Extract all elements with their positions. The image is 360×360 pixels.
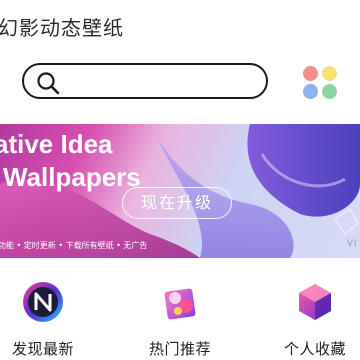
app-title: 幻影动态壁纸 [0, 16, 124, 40]
banner-headline-1: ative Idea [0, 129, 113, 159]
search-icon [37, 72, 60, 95]
menu-dot-red [303, 66, 318, 81]
menu-dot-yellow [322, 66, 337, 81]
menu-dot-green [322, 84, 337, 99]
category-hot[interactable]: 热门推荐 [130, 280, 230, 359]
hot-recommend-icon [158, 280, 202, 324]
category-label: 热门推荐 [148, 340, 211, 358]
discover-icon [21, 280, 65, 324]
banner-headline-2: Wallpapers [3, 162, 141, 192]
favorites-icon [293, 280, 337, 324]
category-label: 个人收藏 [283, 340, 346, 358]
upgrade-button[interactable]: 现在升级 [122, 187, 232, 219]
category-favorites[interactable]: 个人收藏 [265, 280, 360, 359]
promo-banner[interactable]: ative Idea Wallpapers 现在升级 功能 • 定时更新 • 下… [0, 124, 360, 258]
theme-menu-button[interactable] [303, 66, 339, 102]
menu-dot-blue [303, 84, 318, 99]
banner-features: 功能 • 定时更新 • 下载所有壁纸 • 无广告 [0, 241, 148, 250]
category-label: 发现最新 [11, 340, 74, 358]
banner-corner-text: VI [347, 238, 358, 248]
category-discover[interactable]: 发现最新 [0, 280, 93, 359]
search-bar[interactable] [22, 63, 268, 99]
